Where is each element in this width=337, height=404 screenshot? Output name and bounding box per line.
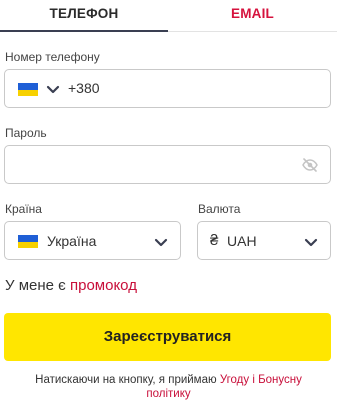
chevron-down-icon [304, 235, 318, 249]
currency-value: UAH [227, 233, 257, 249]
promo-code-link[interactable]: промокод [70, 277, 137, 294]
ukraine-flag-icon [18, 235, 38, 248]
country-label: Країна [5, 202, 42, 216]
hryvnia-icon: ₴ [210, 232, 219, 249]
chevron-down-icon[interactable] [46, 82, 60, 96]
register-button[interactable]: Зареєструватися [4, 313, 331, 361]
phone-country-code: +380 [68, 80, 100, 96]
promo-line: У мене є промокод [5, 277, 137, 294]
password-field[interactable] [4, 145, 331, 184]
chevron-down-icon [154, 235, 168, 249]
tab-email[interactable]: EMAIL [168, 0, 337, 32]
currency-select[interactable]: ₴ UAH [197, 221, 331, 260]
password-label: Пароль [5, 126, 47, 140]
country-value: Україна [47, 233, 97, 249]
tab-phone[interactable]: ТЕЛЕФОН [0, 0, 168, 32]
promo-prefix: У мене є [5, 277, 66, 294]
auth-tabs: ТЕЛЕФОН EMAIL [0, 0, 337, 32]
phone-label: Номер телефону [5, 50, 100, 64]
ukraine-flag-icon [18, 83, 38, 96]
terms-prefix: Натискаючи на кнопку, я приймаю [35, 374, 217, 386]
terms-text: Натискаючи на кнопку, я приймаю Угоду і … [20, 373, 317, 401]
phone-field[interactable]: +380 [4, 69, 331, 108]
currency-label: Валюта [198, 202, 241, 216]
country-select[interactable]: Україна [4, 221, 181, 260]
eye-off-icon[interactable] [302, 158, 318, 172]
